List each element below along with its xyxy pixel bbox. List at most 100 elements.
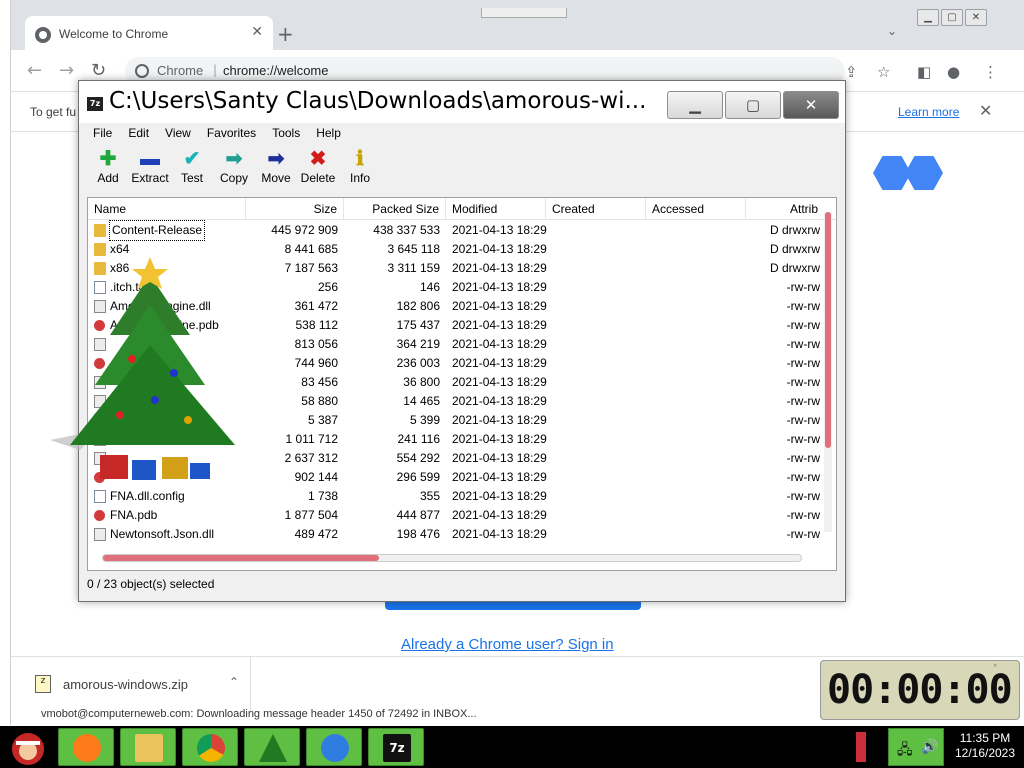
profile-avatar-icon[interactable]: ● xyxy=(947,63,960,81)
menu-file[interactable]: File xyxy=(85,123,120,145)
cell-modified: 2021-04-13 18:29 xyxy=(452,451,547,465)
chrome-tab-strip: Welcome to Chrome ✕ + ⌄ ▁ ▢ ✕ xyxy=(11,0,1024,52)
url-text: chrome://welcome xyxy=(223,63,329,78)
tree-icon xyxy=(259,734,287,762)
back-arrow-icon[interactable]: ← xyxy=(27,60,42,81)
clock[interactable]: 11:35 PM 12/16/2023 xyxy=(946,731,1024,761)
menu-edit[interactable]: Edit xyxy=(120,123,157,145)
cell-modified: 2021-04-13 18:29 xyxy=(452,527,547,541)
share-icon[interactable]: ⇪ xyxy=(845,63,858,81)
cell-attrib: -rw-rw xyxy=(786,489,820,503)
7zip-titlebar[interactable]: 7z C:\Users\Santy Claus\Downloads\amorou… xyxy=(79,81,845,123)
learn-more-link[interactable]: Learn more xyxy=(898,105,959,119)
7zip-maximize-button[interactable]: ▢ xyxy=(725,91,781,119)
7zip-menubar: File Edit View Favorites Tools Help xyxy=(85,123,349,145)
show-desktop-button[interactable] xyxy=(856,732,866,762)
menu-tools[interactable]: Tools xyxy=(264,123,308,145)
cell-packed-size: 3 645 118 xyxy=(387,242,441,256)
forward-arrow-icon[interactable]: → xyxy=(59,60,74,81)
chat-bubble-icon xyxy=(321,734,349,762)
sign-in-link[interactable]: Already a Chrome user? Sign in xyxy=(401,636,614,653)
cell-packed-size: 364 219 xyxy=(396,337,440,351)
tab-welcome[interactable]: Welcome to Chrome ✕ xyxy=(25,16,273,52)
copy-button[interactable]: ➡ Copy xyxy=(213,147,255,191)
cell-packed-size: 182 806 xyxy=(396,299,440,313)
taskbar-explorer[interactable] xyxy=(120,728,176,766)
7zip-close-button[interactable]: ✕ xyxy=(783,91,839,119)
column-name[interactable]: Name xyxy=(88,198,246,220)
download-filename: amorous-windows.zip xyxy=(63,677,188,692)
cell-attrib: D drwxrw xyxy=(770,242,820,256)
side-panel-icon[interactable]: ◧ xyxy=(917,63,931,81)
taskbar-tree-app[interactable] xyxy=(244,728,300,766)
maximize-button[interactable]: ▢ xyxy=(941,9,963,26)
omnibox-separator: | xyxy=(213,63,218,77)
column-size[interactable]: Size xyxy=(246,198,344,220)
table-row[interactable]: Newtonsoft.Json.dll 489 472 198 476 2021-04… xyxy=(88,525,824,544)
christmas-tree-icon xyxy=(50,257,235,480)
vertical-scrollbar[interactable] xyxy=(824,212,832,532)
timer-widget[interactable]: 00:00:00 ✕ xyxy=(820,660,1020,720)
cell-modified: 2021-04-13 18:29 xyxy=(452,508,547,522)
cell-modified: 2021-04-13 18:29 xyxy=(452,375,547,389)
menu-help[interactable]: Help xyxy=(308,123,349,145)
drag-handle[interactable] xyxy=(481,8,567,18)
santa-start-icon[interactable] xyxy=(6,727,50,767)
delete-label: Delete xyxy=(300,171,336,185)
column-packed-size[interactable]: Packed Size xyxy=(344,198,446,220)
cell-modified: 2021-04-13 18:29 xyxy=(452,337,547,351)
test-label: Test xyxy=(180,171,203,185)
info-bar-close-icon[interactable]: ✕ xyxy=(979,101,992,120)
system-tray[interactable]: 🖧 🔊 xyxy=(888,728,944,766)
test-button[interactable]: ✔ Test xyxy=(171,147,213,191)
volume-icon[interactable]: 🔊 xyxy=(921,739,938,755)
tab-search-chevron-icon[interactable]: ⌄ xyxy=(887,24,897,38)
cell-attrib: D drwxrw xyxy=(770,223,820,237)
horizontal-scroll-thumb[interactable] xyxy=(103,555,379,561)
cell-name: Content-Release xyxy=(108,220,206,241)
menu-dots-icon[interactable]: ⋮ xyxy=(983,63,998,81)
delete-button[interactable]: ✖ Delete xyxy=(297,147,339,191)
vertical-scroll-thumb[interactable] xyxy=(825,212,831,448)
column-modified[interactable]: Modified xyxy=(446,198,546,220)
add-button[interactable]: ✚ Add xyxy=(87,147,129,191)
7zip-minimize-button[interactable]: ▁ xyxy=(667,91,723,119)
arrow-right-icon: ➡ xyxy=(225,148,243,170)
menu-favorites[interactable]: Favorites xyxy=(199,123,264,145)
network-icon[interactable]: 🖧 xyxy=(897,739,913,763)
cell-packed-size: 146 xyxy=(419,280,440,294)
cell-attrib: -rw-rw xyxy=(786,318,820,332)
7zip-title: C:\Users\Santy Claus\Downloads\amorous-w… xyxy=(109,88,647,114)
move-button[interactable]: ➡ Move xyxy=(255,147,297,191)
cell-name: Newtonsoft.Json.dll xyxy=(110,527,215,541)
cell-attrib: -rw-rw xyxy=(786,337,820,351)
minimize-button[interactable]: ▁ xyxy=(917,9,939,26)
download-item[interactable]: z amorous-windows.zip ⌃ xyxy=(21,657,251,713)
info-button[interactable]: ℹ Info xyxy=(339,147,381,191)
cell-packed-size: 241 116 xyxy=(397,432,441,446)
column-attrib[interactable]: Attrib xyxy=(746,198,824,220)
bookmark-star-icon[interactable]: ☆ xyxy=(877,63,890,81)
taskbar-firefox[interactable] xyxy=(58,728,114,766)
column-accessed[interactable]: Accessed xyxy=(646,198,746,220)
menu-view[interactable]: View xyxy=(157,123,199,145)
taskbar-chrome[interactable] xyxy=(182,728,238,766)
timer-close-icon[interactable]: ✕ xyxy=(993,663,997,669)
taskbar-messenger[interactable] xyxy=(306,728,362,766)
extract-button[interactable]: ▬ Extract xyxy=(129,147,171,191)
cell-modified: 2021-04-13 18:29 xyxy=(452,299,547,313)
column-created[interactable]: Created xyxy=(546,198,646,220)
table-row[interactable]: FNA.pdb 1 877 504 444 877 2021-04-13 18:29 -… xyxy=(88,506,824,525)
reload-icon[interactable]: ↻ xyxy=(91,60,106,81)
cell-modified: 2021-04-13 18:29 xyxy=(452,242,547,256)
horizontal-scrollbar[interactable] xyxy=(102,554,802,562)
tab-close-icon[interactable]: ✕ xyxy=(251,24,263,40)
close-button[interactable]: ✕ xyxy=(965,9,987,26)
clock-date: 12/16/2023 xyxy=(954,746,1016,760)
cell-packed-size: 36 800 xyxy=(403,375,440,389)
new-tab-plus-icon[interactable]: + xyxy=(277,22,294,46)
taskbar-7zip[interactable]: 7z xyxy=(368,728,424,766)
table-row[interactable]: Content-Release 445 972 909 438 337 533 202… xyxy=(88,220,824,241)
chevron-up-icon[interactable]: ⌃ xyxy=(229,675,239,689)
cell-size: 445 972 909 xyxy=(271,223,338,237)
